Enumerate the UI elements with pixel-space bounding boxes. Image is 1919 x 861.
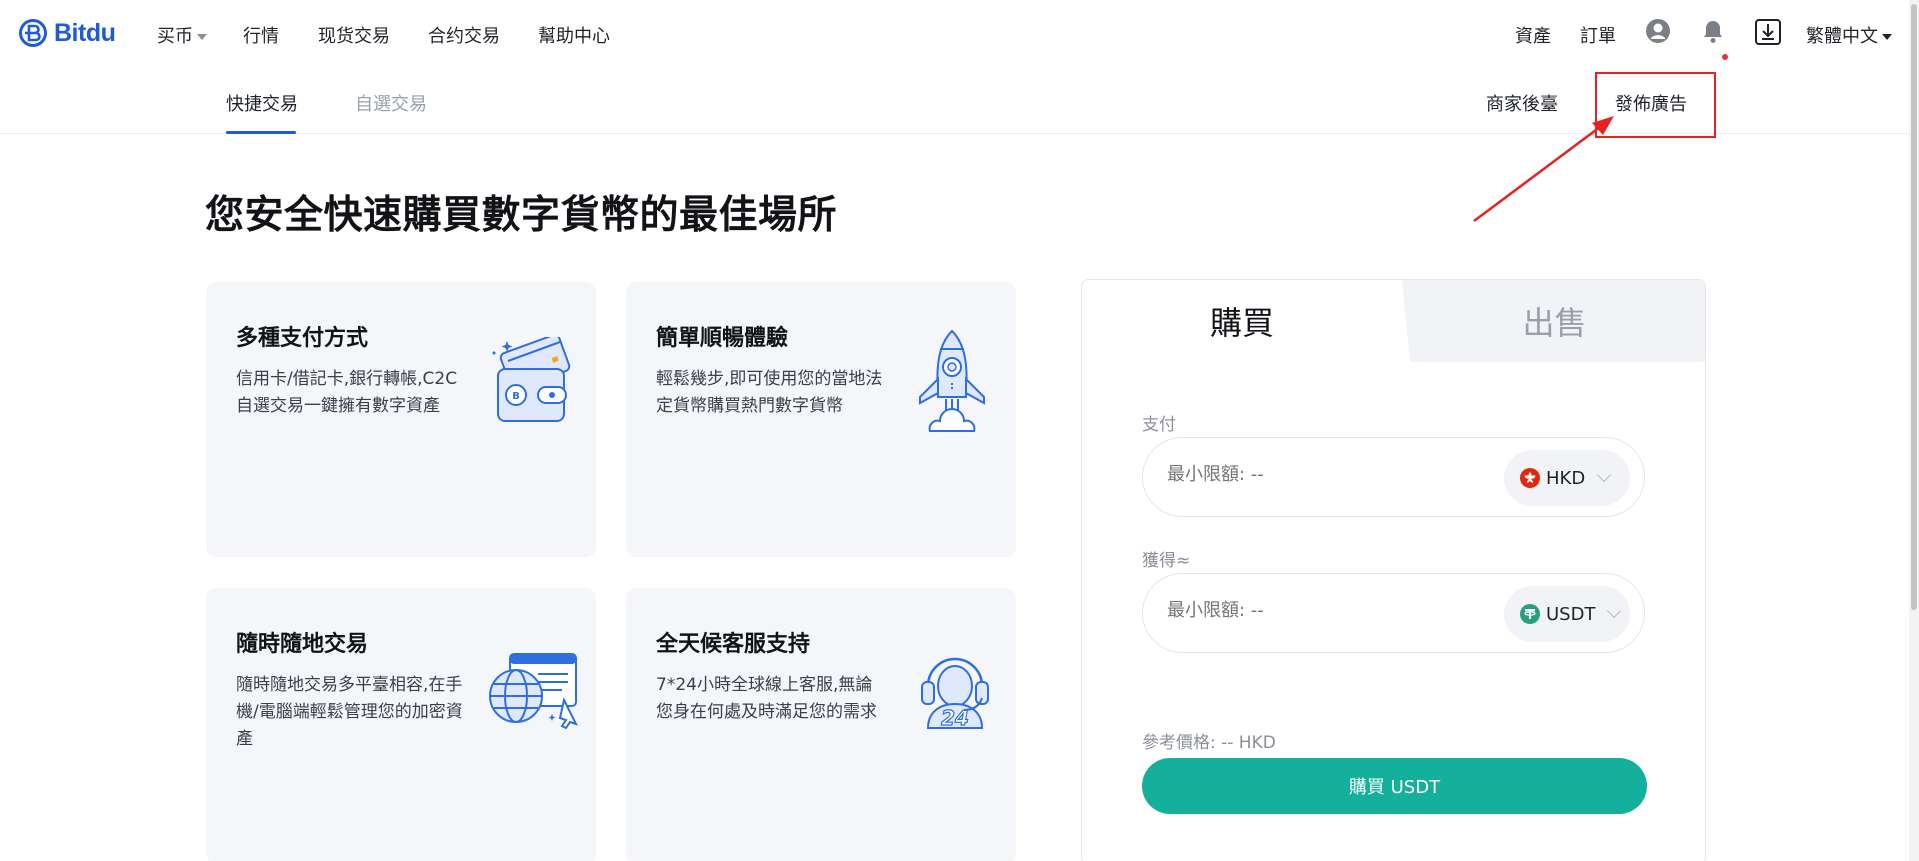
pay-currency-select[interactable]: HKD — [1504, 450, 1630, 506]
download-icon[interactable] — [1754, 18, 1782, 50]
receive-label: 獲得≈ — [1142, 551, 1191, 571]
nav-assets[interactable]: 資產 — [1515, 22, 1551, 48]
wallet-icon: B — [492, 337, 571, 422]
feature-title: 隨時隨地交易 — [236, 632, 369, 657]
reference-price: 參考價格: -- HKD — [1142, 733, 1276, 753]
receive-amount-input[interactable] — [1167, 600, 1467, 621]
page-scrollbar[interactable] — [1909, 0, 1919, 861]
nav-spot-trading[interactable]: 现货交易 — [318, 22, 390, 48]
feature-title: 全天候客服支持 — [656, 632, 811, 657]
scrollbar-thumb[interactable] — [1911, 4, 1917, 610]
rocket-icon — [919, 329, 985, 432]
feature-card-experience: 簡單順暢體驗 輕鬆幾步,即可使用您的當地法定貨幣購買熱門數字貨幣 — [626, 282, 1016, 557]
brand-name: Bitdu — [54, 18, 116, 47]
tab-custom-trade[interactable]: 自選交易 — [355, 90, 427, 116]
feature-desc: 7*24小時全球線上客服,無論您身在何處及時滿足您的需求 — [656, 675, 877, 722]
pay-currency-label: HKD — [1546, 467, 1586, 489]
receive-currency-select[interactable]: USDT — [1504, 586, 1630, 642]
page: Bitdu 买币 行情 现货交易 合约交易 幫助中心 資產 訂單 繁體中文 快捷… — [0, 0, 1919, 861]
feature-card-support: 全天候客服支持 7*24小時全球線上客服,無論您身在何處及時滿足您的需求 24 — [626, 588, 1016, 861]
brand-logo[interactable]: Bitdu — [18, 16, 116, 50]
feature-card-anywhere: 隨時隨地交易 隨時隨地交易多平臺相容,在手機/電腦端輕鬆管理您的加密資產 — [206, 588, 596, 861]
headset-24-icon: 24 — [921, 657, 989, 730]
chevron-down-icon — [1607, 603, 1622, 619]
active-tab-indicator — [226, 131, 296, 134]
merchant-backend-link[interactable]: 商家後臺 — [1486, 90, 1558, 116]
language-label: 繁體中文 — [1806, 26, 1878, 47]
nav-help-center[interactable]: 幫助中心 — [538, 22, 610, 48]
tab-buy[interactable]: 購買 — [1082, 280, 1402, 362]
svg-text:B: B — [512, 391, 520, 402]
feature-desc: 信用卡/借記卡,銀行轉帳,C2C自選交易一鍵擁有數字資產 — [236, 369, 458, 416]
nav-orders[interactable]: 訂單 — [1580, 22, 1616, 48]
tab-sell[interactable]: 出售 — [1402, 280, 1705, 362]
globe-browser-icon — [489, 653, 578, 730]
nav-buy-crypto[interactable]: 买币 — [157, 22, 207, 48]
tab-quick-trade[interactable]: 快捷交易 — [226, 90, 298, 116]
language-selector[interactable]: 繁體中文 — [1806, 22, 1892, 48]
nav-markets[interactable]: 行情 — [243, 22, 279, 48]
hkd-flag-icon — [1520, 468, 1540, 488]
feature-card-payment: 多種支付方式 信用卡/借記卡,銀行轉帳,C2C自選交易一鍵擁有數字資產 B — [206, 282, 596, 557]
buy-usdt-button[interactable]: 購買 USDT — [1142, 758, 1647, 814]
chevron-down-icon — [1882, 34, 1892, 40]
notification-dot — [1722, 54, 1728, 60]
feature-desc: 輕鬆幾步,即可使用您的當地法定貨幣購買熱門數字貨幣 — [656, 369, 883, 416]
receive-field: USDT — [1142, 573, 1645, 653]
feature-title: 簡單順暢體驗 — [656, 326, 789, 351]
nav-buy-crypto-label: 买币 — [157, 26, 193, 47]
top-navbar: Bitdu 买币 行情 现货交易 合约交易 幫助中心 資產 訂單 繁體中文 — [0, 0, 1919, 68]
chevron-down-icon — [197, 34, 207, 40]
feature-desc: 隨時隨地交易多平臺相容,在手機/電腦端輕鬆管理您的加密資產 — [236, 675, 463, 749]
pay-amount-input[interactable] — [1167, 464, 1467, 485]
usdt-icon — [1520, 604, 1540, 624]
nav-futures-trading[interactable]: 合约交易 — [428, 22, 500, 48]
bitdu-logo-icon — [19, 19, 47, 47]
chevron-down-icon — [1597, 467, 1612, 483]
pay-field: HKD — [1142, 437, 1645, 517]
trade-panel: 購買 出售 支付 HKD 獲得≈ — [1081, 279, 1706, 861]
feature-title: 多種支付方式 — [236, 326, 369, 351]
annotation-highlight-box — [1595, 72, 1716, 138]
receive-currency-label: USDT — [1546, 603, 1596, 625]
bell-icon[interactable] — [1701, 18, 1725, 48]
pay-label: 支付 — [1142, 415, 1176, 435]
user-avatar-icon[interactable] — [1645, 18, 1671, 48]
page-title: 您安全快速購買數字貨幣的最佳場所 — [205, 193, 838, 238]
